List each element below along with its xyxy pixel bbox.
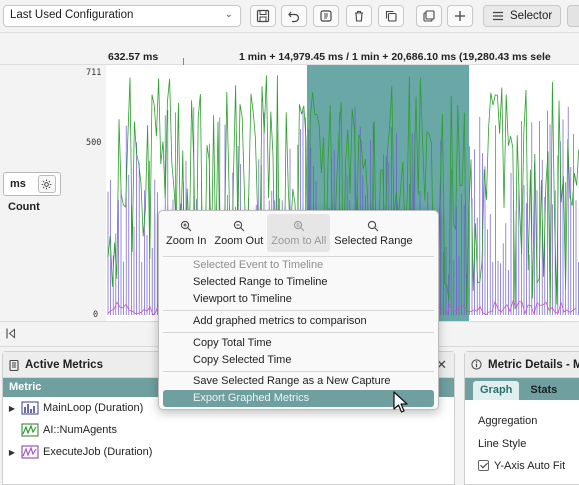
checkbox-checked-icon[interactable]: [478, 460, 489, 471]
menu-separator: [163, 371, 434, 372]
copy-button[interactable]: [378, 5, 404, 27]
undo-button[interactable]: [281, 5, 307, 27]
menu-item-add-to-comparison[interactable]: Add graphed metrics to comparison: [163, 313, 434, 330]
gear-icon: [42, 179, 52, 189]
zoom-all-icon: [293, 220, 305, 231]
configuration-select-value: Last Used Configuration: [10, 9, 134, 21]
save-icon: [256, 9, 270, 23]
metric-row-label: AI::NumAgents: [43, 424, 117, 436]
tab-stats[interactable]: Stats: [523, 381, 564, 400]
zoom-selected-range-button[interactable]: Selected Range: [330, 214, 416, 252]
menu-item-viewport-to-timeline[interactable]: Viewport to Timeline: [163, 291, 434, 308]
info-icon: [471, 359, 482, 370]
menu-item-selected-event-to-timeline[interactable]: Selected Event to Timeline: [163, 257, 434, 274]
menu-item-copy-total-time[interactable]: Copy Total Time: [163, 335, 434, 352]
ruler-tick: [183, 58, 184, 65]
bar-chart-icon: [21, 401, 39, 415]
tab-graph[interactable]: Graph: [473, 381, 520, 400]
add-icon: [455, 11, 465, 21]
aggregation-label: Aggregation: [478, 415, 538, 427]
zoom-out-button[interactable]: Zoom Out: [210, 214, 267, 252]
load-icon: [320, 10, 332, 22]
expand-arrow-icon[interactable]: ▶: [3, 404, 21, 413]
graph-context-menu: Zoom In Zoom Out Zoom to All Selected Ra…: [158, 210, 439, 410]
menu-item-selected-range-to-timeline[interactable]: Selected Range to Timeline: [163, 274, 434, 291]
menu-separator: [163, 310, 434, 311]
unit-label: ms: [10, 178, 26, 190]
delete-icon: [355, 10, 363, 22]
unit-settings-button[interactable]: [37, 175, 56, 193]
clipboard-icon: [9, 359, 19, 371]
expand-arrow-icon[interactable]: ▶: [3, 448, 21, 457]
menu-separator: [163, 332, 434, 333]
copy-icon: [385, 10, 397, 22]
toolbar: Last Used Configuration ⌄ Selector: [0, 0, 579, 33]
zoom-in-button[interactable]: Zoom In: [162, 214, 210, 252]
metric-details-header: Metric Details - M: [465, 352, 579, 378]
y-tick-mid: 500: [86, 138, 102, 148]
metric-row-label: MainLoop (Duration): [43, 402, 144, 414]
metric-details-panel: Metric Details - M Graph Stats Aggregati…: [464, 351, 579, 485]
zoom-range-icon: [368, 220, 379, 231]
delete-button[interactable]: [346, 5, 372, 27]
zoom-to-all-label: Zoom to All: [271, 234, 327, 247]
zoom-in-icon: [181, 220, 192, 231]
mouse-cursor-icon: [393, 391, 408, 413]
y-tick-max: 711: [86, 68, 102, 78]
selector-button-label: Selector: [510, 10, 553, 22]
selection-range-label: 1 min + 14,979.45 ms / 1 min + 20,686.10…: [239, 51, 551, 63]
metric-details-title: Metric Details - M: [488, 358, 579, 371]
zoom-out-label: Zoom Out: [214, 234, 264, 247]
y-axis-auto-fit-label: Y-Axis Auto Fit: [494, 460, 566, 472]
line-style-label: Line Style: [478, 438, 527, 450]
time-ruler[interactable]: 632.57 ms 1 min + 14,979.45 ms / 1 min +…: [0, 50, 579, 65]
list-icon: [493, 11, 503, 21]
selector-button[interactable]: Selector: [483, 5, 561, 27]
unit-selector[interactable]: ms: [3, 172, 61, 196]
collapse-left-icon[interactable]: [6, 328, 16, 342]
undo-icon: [288, 11, 300, 23]
cursor-time-label: 632.57 ms: [108, 51, 159, 63]
zoom-in-label: Zoom In: [166, 234, 207, 247]
zoom-out-icon: [233, 220, 245, 231]
line-chart-purple-icon: [21, 445, 39, 459]
add-button[interactable]: [447, 5, 473, 27]
metric-row-label: ExecuteJob (Duration): [43, 446, 153, 458]
menu-item-save-range-as-capture[interactable]: Save Selected Range as a New Capture: [163, 373, 434, 390]
capture-icon: [423, 10, 435, 22]
metric-row-executejob[interactable]: ▶ ExecuteJob (Duration): [3, 441, 454, 463]
configuration-select[interactable]: Last Used Configuration ⌄: [3, 5, 241, 27]
load-button[interactable]: [313, 5, 339, 27]
chevron-down-icon: ⌄: [224, 9, 233, 20]
toolbar-overflow-button[interactable]: [567, 5, 579, 27]
metric-details-tabs: Graph Stats: [465, 378, 579, 400]
save-button[interactable]: [250, 5, 276, 27]
menu-item-copy-selected-time[interactable]: Copy Selected Time: [163, 352, 434, 369]
y-tick-zero: 0: [93, 310, 99, 320]
line-chart-green-icon: [21, 423, 39, 437]
zoom-toolbar: Zoom In Zoom Out Zoom to All Selected Ra…: [162, 214, 417, 252]
y-axis-auto-fit-checkbox[interactable]: Y-Axis Auto Fit: [478, 460, 565, 472]
capture-button[interactable]: [416, 5, 442, 27]
zoom-to-all-button[interactable]: Zoom to All: [267, 214, 331, 252]
zoom-selected-range-label: Selected Range: [334, 234, 413, 247]
count-label: Count: [8, 201, 40, 213]
metric-row-numagents[interactable]: AI::NumAgents: [3, 419, 454, 441]
active-metrics-title: Active Metrics: [25, 358, 103, 371]
